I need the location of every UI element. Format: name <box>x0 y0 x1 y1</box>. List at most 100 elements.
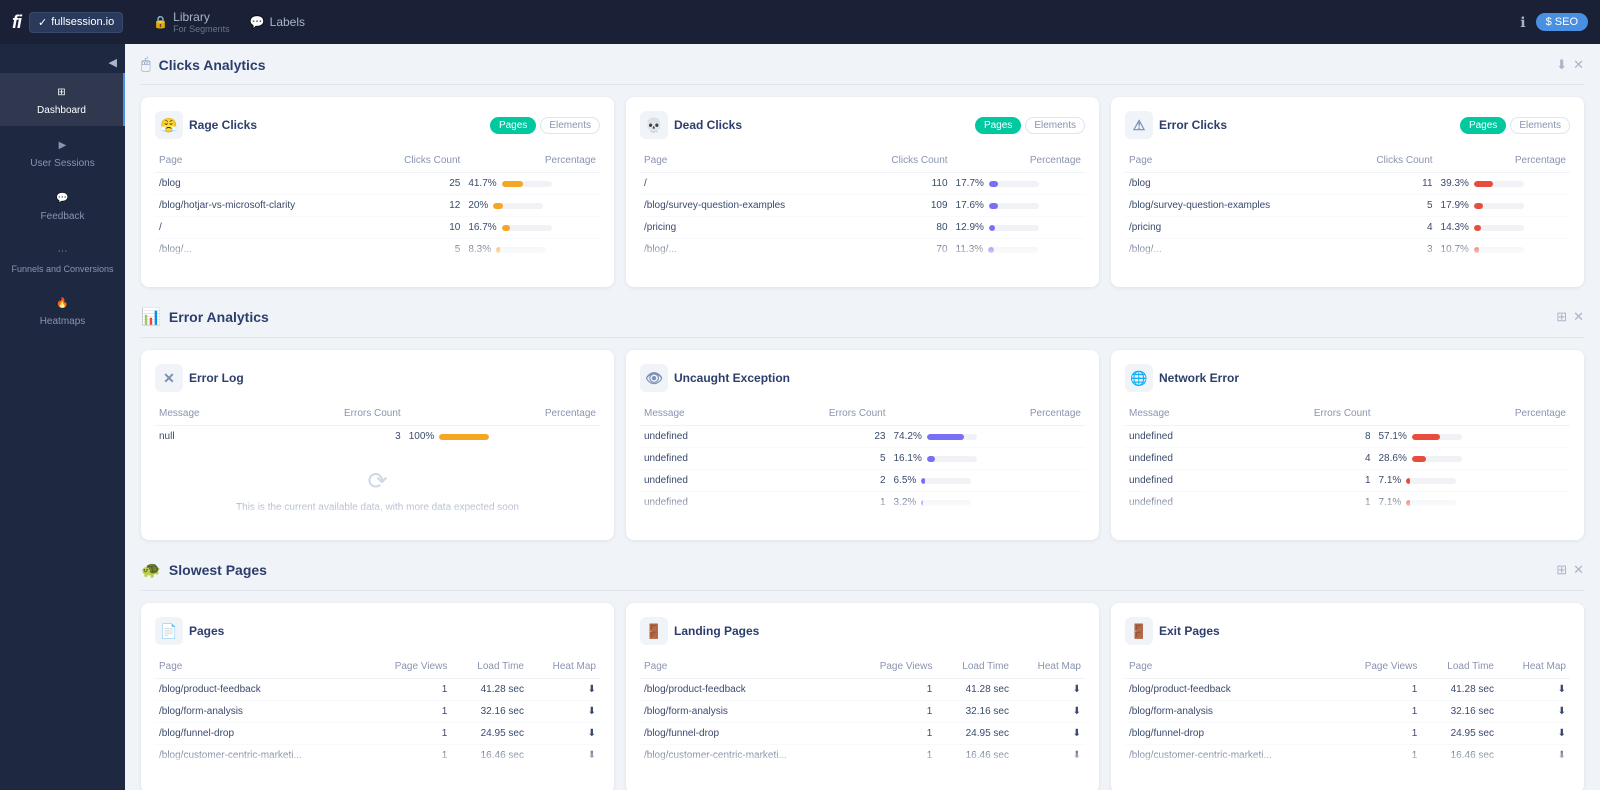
row-page: /blog/... <box>640 239 858 261</box>
row-count: 11 <box>1343 173 1437 195</box>
lp-table: Page Page Views Load Time Heat Map /blog… <box>640 657 1085 766</box>
row-page: /pricing <box>1125 217 1343 239</box>
row-load: 16.46 sec <box>936 745 1013 767</box>
error-clicks-title: ⚠ Error Clicks <box>1125 111 1227 139</box>
row-pct: 7.1% <box>1375 470 1571 492</box>
slowest-pages-collapse[interactable]: ⊞ <box>1556 562 1567 578</box>
nav-labels[interactable]: 💬 Labels <box>250 15 305 29</box>
nav-library[interactable]: 🔒 Library For Segments <box>153 10 229 34</box>
info-icon[interactable]: ℹ <box>1520 14 1525 31</box>
top-nav-center: 🔒 Library For Segments 💬 Labels <box>153 10 305 34</box>
sidebar-item-funnels[interactable]: ⋯ Funnels and Conversions <box>0 232 125 284</box>
row-progress: 16.7% <box>468 222 551 233</box>
sidebar-toggle[interactable]: ◀ <box>0 52 125 73</box>
row-page: /blog <box>1125 173 1343 195</box>
row-views: 1 <box>366 745 451 767</box>
row-page: /blog/product-feedback <box>155 679 366 701</box>
table-row: undefined 1 7.1% <box>1125 492 1570 514</box>
row-count: 1 <box>1236 492 1374 514</box>
row-progress: 41.7% <box>468 178 551 189</box>
dead-clicks-tab-elements[interactable]: Elements <box>1025 117 1085 134</box>
rage-clicks-tab-elements[interactable]: Elements <box>540 117 600 134</box>
sidebar-item-heatmaps[interactable]: 🔥 Heatmaps <box>0 284 125 337</box>
error-log-table: Message Errors Count Percentage null 3 <box>155 404 600 447</box>
lp-icon: 🚪 <box>640 617 668 645</box>
table-row: /blog/customer-centric-marketi... 1 16.4… <box>155 745 600 767</box>
lp-col-heatmap: Heat Map <box>1013 657 1085 679</box>
table-row: undefined 1 3.2% <box>640 492 1085 514</box>
sidebar-label-feedback: Feedback <box>41 211 85 222</box>
row-heatmap[interactable]: ⬇ <box>528 723 600 745</box>
error-analytics-section: 📊 Error Analytics ⊞ ✕ ✕ Error Log <box>141 307 1584 540</box>
row-pct: 17.7% <box>952 173 1085 195</box>
row-heatmap[interactable]: ⬇ <box>1013 701 1085 723</box>
row-page: undefined <box>640 470 751 492</box>
table-row: /blog/survey-question-examples 109 17.6% <box>640 195 1085 217</box>
app-logo: fi <box>12 12 21 33</box>
clicks-analytics-title: Clicks Analytics <box>159 57 266 73</box>
row-load: 24.95 sec <box>1421 723 1498 745</box>
error-log-content: Message Errors Count Percentage null 3 <box>155 404 600 523</box>
error-log-icon: ✕ <box>155 364 183 392</box>
sidebar: ◀ ⊞ Dashboard ▶ User Sessions 💬 Feedback… <box>0 44 125 790</box>
seo-badge[interactable]: $ SEO <box>1536 13 1588 31</box>
top-nav-right: ℹ $ SEO <box>1520 13 1588 31</box>
error-clicks-tab-pages[interactable]: Pages <box>1460 117 1506 134</box>
row-heatmap[interactable]: ⬇ <box>528 701 600 723</box>
row-count: 2 <box>751 470 889 492</box>
dead-clicks-col-count: Clicks Count <box>858 151 952 173</box>
rage-clicks-header: 😤 Rage Clicks Pages Elements <box>155 111 600 139</box>
lp-col-load: Load Time <box>936 657 1013 679</box>
sidebar-item-user-sessions[interactable]: ▶ User Sessions <box>0 126 125 179</box>
row-heatmap[interactable]: ⬇ <box>1498 679 1570 701</box>
dead-clicks-tabs: Pages Elements <box>975 117 1085 134</box>
slowest-pages-expand[interactable]: ✕ <box>1573 562 1584 578</box>
row-page: /blog/... <box>1125 239 1343 261</box>
error-analytics-collapse[interactable]: ⊞ <box>1556 309 1567 325</box>
error-analytics-expand[interactable]: ✕ <box>1573 309 1584 325</box>
clicks-analytics-expand[interactable]: ✕ <box>1573 57 1584 73</box>
sidebar-label-user-sessions: User Sessions <box>30 158 94 169</box>
row-heatmap[interactable]: ⬇ <box>1013 723 1085 745</box>
sidebar-item-dashboard[interactable]: ⊞ Dashboard <box>0 73 125 126</box>
ep-col-page: Page <box>1125 657 1336 679</box>
error-clicks-card: ⚠ Error Clicks Pages Elements Page <box>1111 97 1584 287</box>
row-heatmap[interactable]: ⬇ <box>528 745 600 767</box>
row-progress: 6.5% <box>894 475 972 486</box>
error-clicks-tab-elements[interactable]: Elements <box>1510 117 1570 134</box>
rage-clicks-col-count: Clicks Count <box>369 151 464 173</box>
slowest-pages-section: 🐢 Slowest Pages ⊞ ✕ 📄 Pages <box>141 560 1584 790</box>
rage-clicks-tab-pages[interactable]: Pages <box>490 117 536 134</box>
slowest-pages-cards: 📄 Pages Page Page Views Load Time <box>141 603 1584 790</box>
clicks-analytics-download[interactable]: ⬇ <box>1556 57 1567 73</box>
row-count: 109 <box>858 195 952 217</box>
error-log-card: ✕ Error Log Message Errors Count Percent… <box>141 350 614 540</box>
row-heatmap[interactable]: ⬇ <box>1013 745 1085 767</box>
row-page: undefined <box>1125 492 1236 514</box>
lp-content: Page Page Views Load Time Heat Map /blog… <box>640 657 1085 766</box>
sidebar-item-feedback[interactable]: 💬 Feedback <box>0 179 125 232</box>
row-load: 24.95 sec <box>451 723 528 745</box>
row-count: 110 <box>858 173 952 195</box>
workspace-selector[interactable]: ✓ fullsession.io <box>29 12 123 33</box>
row-progress: 12.9% <box>956 222 1039 233</box>
clicks-analytics-cards: 😤 Rage Clicks Pages Elements Page <box>141 97 1584 287</box>
table-row: /blog/form-analysis 1 32.16 sec ⬇ <box>640 701 1085 723</box>
ep-table: Page Page Views Load Time Heat Map /blog… <box>1125 657 1570 766</box>
dead-clicks-tab-pages[interactable]: Pages <box>975 117 1021 134</box>
ep-header: 🚪 Exit Pages <box>1125 617 1570 645</box>
network-error-icon: 🌐 <box>1125 364 1153 392</box>
row-heatmap[interactable]: ⬇ <box>1013 679 1085 701</box>
rage-clicks-icon: 😤 <box>155 111 183 139</box>
row-load: 16.46 sec <box>451 745 528 767</box>
row-heatmap[interactable]: ⬇ <box>528 679 600 701</box>
row-heatmap[interactable]: ⬇ <box>1498 723 1570 745</box>
error-analytics-header: 📊 Error Analytics ⊞ ✕ <box>141 307 1584 327</box>
uncaught-exception-card: 👁 Uncaught Exception Message Errors Coun… <box>626 350 1099 540</box>
row-heatmap[interactable]: ⬇ <box>1498 745 1570 767</box>
table-row: /blog/product-feedback 1 41.28 sec ⬇ <box>1125 679 1570 701</box>
row-heatmap[interactable]: ⬇ <box>1498 701 1570 723</box>
row-count: 5 <box>1343 195 1437 217</box>
error-log-count: 3 <box>262 426 405 448</box>
row-views: 1 <box>1336 679 1421 701</box>
